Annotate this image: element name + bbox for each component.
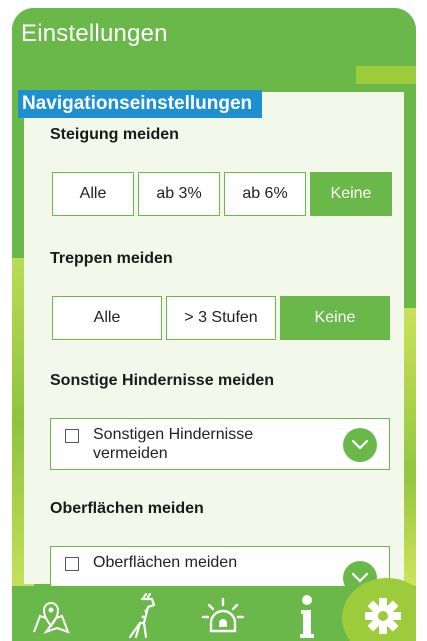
steigung-segmented: Alle ab 3% ab 6% Keine [52, 172, 392, 216]
map-pin-icon [33, 602, 70, 635]
header-accent [356, 66, 416, 84]
hindernisse-dropdown[interactable]: Sonstigen Hindernisse vermeiden [50, 418, 390, 470]
bottom-tab-bar [12, 578, 416, 641]
tab-emergency[interactable] [198, 592, 248, 640]
steigung-option-ab3[interactable]: ab 3% [138, 172, 220, 216]
treppen-option-alle[interactable]: Alle [52, 296, 162, 340]
tab-map[interactable] [26, 592, 76, 640]
header-bar: Einstellungen [12, 8, 416, 68]
hindernisse-title: Sonstige Hindernisse meiden [50, 372, 275, 389]
steigung-option-keine[interactable]: Keine [310, 172, 392, 216]
app-frame: Einstellungen Navigationseinstellungen S… [12, 8, 416, 641]
treppen-segmented: Alle > 3 Stufen Keine [52, 296, 390, 340]
info-icon [300, 595, 314, 638]
chevron-down-icon[interactable] [343, 428, 377, 462]
steigung-title: Steigung meiden [50, 126, 179, 143]
steigung-option-ab6[interactable]: ab 6% [224, 172, 306, 216]
hindernisse-checkbox[interactable] [65, 429, 79, 443]
tab-info[interactable] [282, 592, 332, 640]
alarm-light-icon [201, 597, 245, 633]
oberflaechen-title: Oberflächen meiden [50, 500, 204, 517]
oberflaechen-checkbox-label: Oberflächen meiden [93, 554, 238, 571]
gear-icon [365, 598, 401, 634]
treppen-title: Treppen meiden [50, 250, 173, 267]
treppen-option-3-stufen[interactable]: > 3 Stufen [166, 296, 276, 340]
tab-zoo[interactable] [116, 592, 166, 640]
page-title: Einstellungen [21, 20, 168, 47]
giraffe-icon [128, 593, 156, 639]
tab-settings[interactable] [358, 592, 408, 640]
hindernisse-checkbox-label: Sonstigen Hindernisse vermeiden [93, 426, 254, 462]
steigung-option-alle[interactable]: Alle [52, 172, 134, 216]
oberflaechen-checkbox[interactable] [65, 557, 79, 571]
oberflaechen-dropdown[interactable]: Oberflächen meiden [50, 546, 390, 595]
section-heading: Navigationseinstellungen [18, 90, 263, 118]
treppen-option-keine[interactable]: Keine [280, 296, 390, 340]
